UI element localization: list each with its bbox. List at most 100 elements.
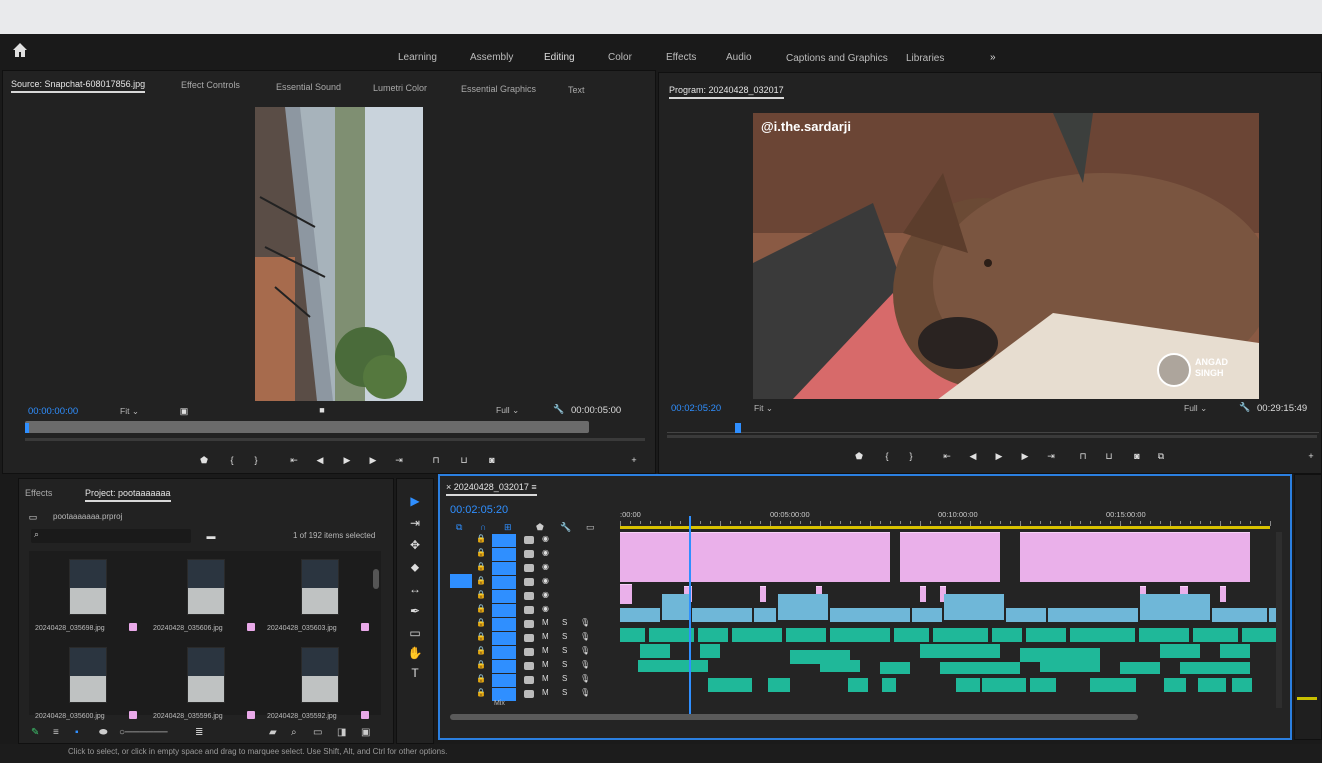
audio-clip[interactable]: [1164, 678, 1186, 692]
audio-clip[interactable]: [1160, 644, 1200, 658]
video-clip-small[interactable]: [760, 586, 766, 602]
sync-lock-icon[interactable]: [524, 648, 534, 656]
mic-icon[interactable]: 🎙: [580, 688, 590, 697]
label-color-swatch[interactable]: [247, 623, 255, 631]
audio-clip[interactable]: [920, 644, 940, 658]
mic-icon[interactable]: 🎙: [580, 632, 590, 641]
sync-lock-icon[interactable]: [524, 578, 534, 586]
video-clip-title[interactable]: [1020, 532, 1250, 582]
eye-icon[interactable]: ◉: [542, 548, 549, 557]
label-color-swatch[interactable]: [129, 623, 137, 631]
workspace-tab[interactable]: Learning: [398, 52, 437, 63]
audio-clip[interactable]: [1070, 628, 1135, 642]
wrench-icon[interactable]: 🔧: [553, 404, 565, 414]
eye-icon[interactable]: ◉: [542, 562, 549, 571]
home-icon[interactable]: [10, 40, 30, 60]
new-bin-icon[interactable]: ▭: [313, 727, 322, 738]
video-clip-title[interactable]: [620, 532, 890, 582]
sync-lock-icon[interactable]: [524, 536, 534, 544]
audio-clip[interactable]: [933, 628, 988, 642]
media-thumbnail[interactable]: [69, 647, 107, 703]
ripple-edit-icon[interactable]: ✥: [403, 536, 427, 554]
mark-out-icon[interactable]: }: [905, 451, 917, 461]
program-timecode[interactable]: 00:02:05:20: [671, 403, 721, 414]
audio-clip[interactable]: [940, 644, 1000, 658]
workspace-tab[interactable]: Editing: [544, 52, 575, 63]
eye-icon[interactable]: ◉: [542, 604, 549, 613]
sync-lock-icon[interactable]: [524, 564, 534, 572]
audio-clip[interactable]: [1090, 678, 1136, 692]
audio-clip[interactable]: [1220, 644, 1250, 658]
settings-icon[interactable]: ▣: [178, 406, 190, 416]
sync-lock-icon[interactable]: [524, 634, 534, 642]
solo-icon[interactable]: S: [562, 674, 567, 683]
list-view-icon[interactable]: ≡: [53, 727, 59, 738]
workspace-tab[interactable]: Audio: [726, 52, 752, 63]
workspace-tab[interactable]: Effects: [666, 52, 696, 63]
type-tool-icon[interactable]: T: [403, 664, 427, 682]
export-frame-icon[interactable]: ◙: [486, 455, 498, 465]
video-clip[interactable]: [620, 608, 660, 622]
tab-effects[interactable]: Effects: [25, 488, 52, 498]
pencil-icon[interactable]: ✎: [31, 727, 39, 738]
go-to-out-icon[interactable]: ⇥: [393, 455, 405, 465]
solo-icon[interactable]: S: [562, 688, 567, 697]
pen-tool-icon[interactable]: ✒: [403, 602, 427, 620]
go-to-out-icon[interactable]: ⇥: [1045, 451, 1057, 461]
label-color-swatch[interactable]: [129, 711, 137, 719]
track-target-toggle[interactable]: [492, 562, 516, 575]
track-target-toggle[interactable]: [492, 674, 516, 687]
audio-clip[interactable]: [732, 628, 782, 642]
eye-icon[interactable]: ◉: [542, 534, 549, 543]
video-clip[interactable]: [830, 608, 910, 622]
snap-icon[interactable]: ∩: [480, 522, 486, 532]
source-timecode-in[interactable]: 00:00:00:00: [28, 406, 78, 417]
video-clip-title[interactable]: [900, 532, 1000, 582]
timeline-vertical-scrollbar[interactable]: [1276, 532, 1282, 708]
sync-lock-icon[interactable]: [524, 606, 534, 614]
video-clip[interactable]: [944, 594, 1004, 620]
audio-clip[interactable]: [982, 678, 1026, 692]
media-thumbnail[interactable]: [69, 559, 107, 615]
step-back-icon[interactable]: ◀: [967, 451, 979, 461]
audio-clip[interactable]: [768, 678, 790, 692]
new-bin-icon[interactable]: ▬: [205, 531, 217, 541]
timeline-horizontal-scrollbar[interactable]: [450, 714, 1138, 720]
audio-clip[interactable]: [1180, 662, 1250, 674]
step-forward-icon[interactable]: ▶: [367, 455, 379, 465]
sync-lock-icon[interactable]: [524, 550, 534, 558]
add-marker-icon[interactable]: ⬟: [853, 451, 865, 461]
audio-clip[interactable]: [880, 662, 910, 674]
media-thumbnail[interactable]: [301, 559, 339, 615]
sync-lock-icon[interactable]: [524, 592, 534, 600]
source-patch[interactable]: [450, 574, 472, 588]
audio-clip[interactable]: [820, 660, 860, 672]
mute-icon[interactable]: M: [542, 646, 549, 655]
timeline-playhead[interactable]: [689, 516, 691, 716]
media-thumbnail[interactable]: [301, 647, 339, 703]
play-icon[interactable]: ▶: [341, 455, 353, 465]
track-target-toggle[interactable]: [492, 632, 516, 645]
track-target-toggle[interactable]: [492, 576, 516, 589]
lock-icon[interactable]: 🔒: [476, 688, 486, 697]
workspace-tab[interactable]: Assembly: [470, 52, 513, 63]
audio-clip[interactable]: [1026, 628, 1066, 642]
audio-clip[interactable]: [956, 678, 980, 692]
label-color-swatch[interactable]: [247, 711, 255, 719]
slip-tool-icon[interactable]: ↔: [403, 580, 427, 598]
lock-icon[interactable]: 🔒: [476, 548, 486, 557]
compare-icon[interactable]: ⧉: [1155, 451, 1167, 461]
track-target-toggle[interactable]: [492, 534, 516, 547]
audio-clip[interactable]: [1232, 678, 1252, 692]
source-quality-select[interactable]: Full ⌄: [496, 405, 519, 416]
audio-clip[interactable]: [1198, 678, 1226, 692]
audio-clip[interactable]: [1120, 662, 1160, 674]
audio-clip[interactable]: [992, 628, 1022, 642]
video-clip[interactable]: [1048, 608, 1138, 622]
track-target-toggle[interactable]: [492, 604, 516, 617]
audio-clip[interactable]: [1040, 660, 1100, 672]
tab-effect-controls[interactable]: Effect Controls: [181, 80, 240, 90]
work-area-bar[interactable]: [620, 526, 1270, 529]
label-color-swatch[interactable]: [361, 711, 369, 719]
audio-clip[interactable]: [640, 644, 670, 658]
